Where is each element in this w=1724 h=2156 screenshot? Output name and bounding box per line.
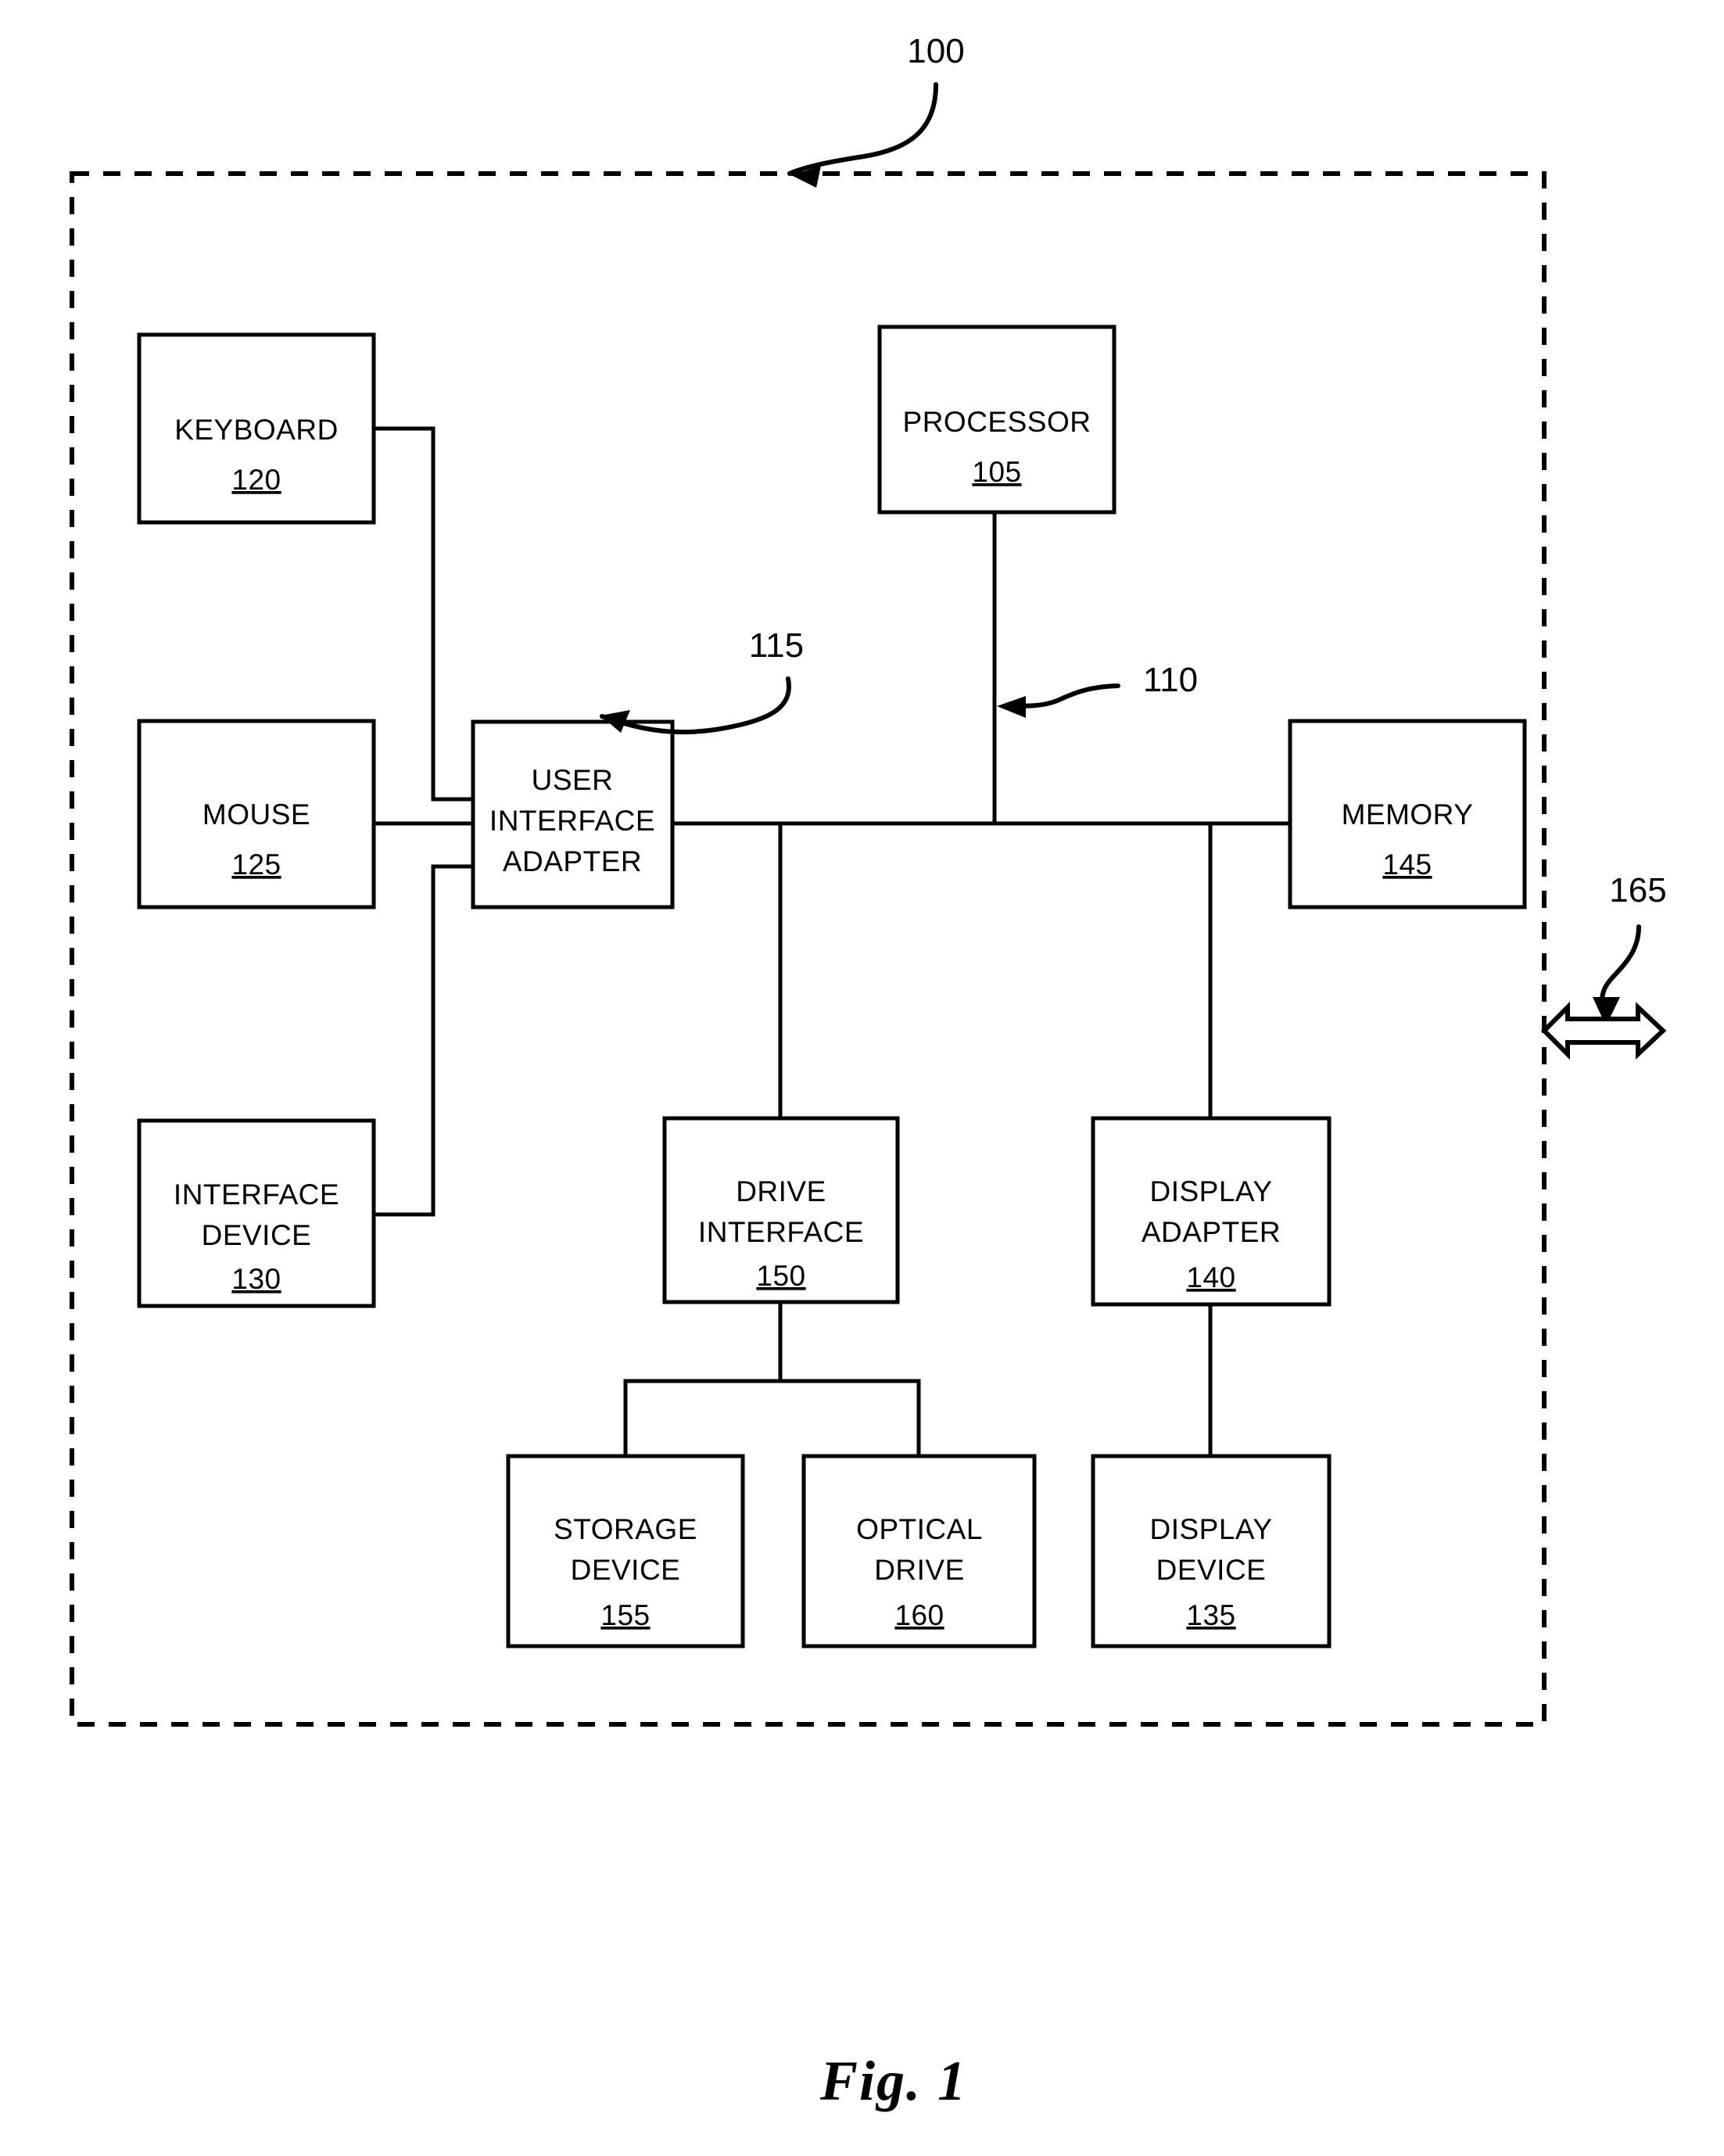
label-interface-device-line2: DEVICE [202, 1219, 312, 1251]
label-display-adapter-line2: ADAPTER [1142, 1216, 1281, 1248]
figure-caption: Fig. 1 [819, 2050, 967, 2112]
ref-display-device: 135 [1186, 1599, 1235, 1631]
ref-drive-interface: 150 [756, 1260, 805, 1292]
callout-100-leader [787, 82, 938, 176]
label-optical-drive-line1: OPTICAL [856, 1513, 983, 1545]
label-display-device-line1: DISPLAY [1149, 1513, 1272, 1545]
label-optical-drive-line2: DRIVE [874, 1554, 965, 1586]
callout-165-label: 165 [1609, 871, 1666, 909]
callout-110-label: 110 [1143, 661, 1198, 699]
ref-processor: 105 [972, 456, 1021, 488]
ref-interface-device: 130 [231, 1263, 281, 1295]
label-storage-device-line2: DEVICE [571, 1554, 681, 1586]
label-storage-device-line1: STORAGE [554, 1513, 697, 1545]
label-display-adapter-line1: DISPLAY [1149, 1175, 1272, 1207]
callout-115-label: 115 [749, 626, 804, 665]
label-drive-interface-line1: DRIVE [736, 1175, 826, 1207]
label-memory: MEMORY [1342, 798, 1474, 830]
ref-storage-device: 155 [600, 1599, 650, 1631]
label-display-device-line2: DEVICE [1156, 1554, 1267, 1586]
label-drive-interface-line2: INTERFACE [698, 1216, 864, 1248]
ref-memory: 145 [1382, 848, 1432, 881]
callout-110-arrowhead [997, 696, 1026, 718]
label-keyboard: KEYBOARD [174, 414, 339, 446]
label-interface-device-line1: INTERFACE [174, 1178, 339, 1211]
label-processor: PROCESSOR [903, 406, 1091, 438]
callout-100-label: 100 [907, 32, 964, 70]
wire-interface-device-to-ui-adapter [371, 864, 475, 1217]
wire-keyboard-to-ui-adapter [371, 426, 475, 802]
patent-figure-page: KEYBOARD 120 MOUSE 125 INTERFACE DEVICE … [0, 0, 1724, 2156]
ref-keyboard: 120 [231, 464, 281, 496]
ref-display-adapter: 140 [1186, 1261, 1235, 1293]
label-ui-adapter-line2: INTERFACE [489, 805, 655, 837]
ref-optical-drive: 160 [894, 1599, 944, 1631]
ref-mouse: 125 [231, 848, 281, 881]
callout-115-leader [600, 676, 791, 735]
block-diagram: KEYBOARD 120 MOUSE 125 INTERFACE DEVICE … [70, 32, 1667, 2112]
label-ui-adapter-line1: USER [532, 764, 614, 796]
label-mouse: MOUSE [203, 798, 310, 830]
label-ui-adapter-line3: ADAPTER [503, 845, 642, 877]
